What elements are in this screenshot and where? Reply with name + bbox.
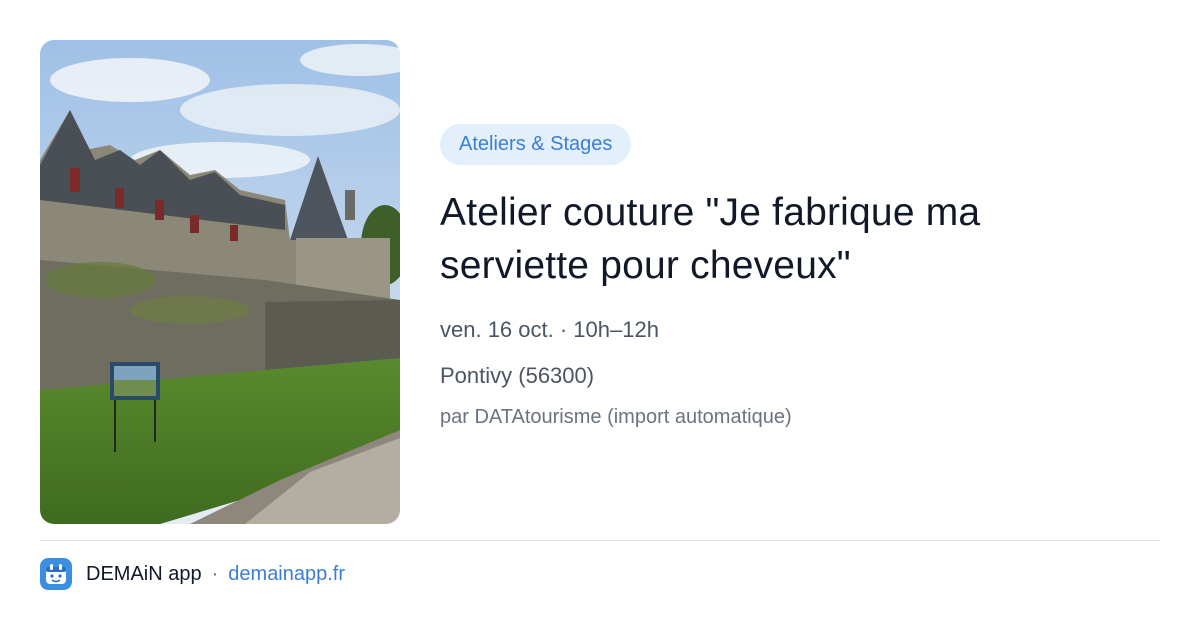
event-photo <box>40 40 400 524</box>
footer-divider <box>40 540 1160 541</box>
site-link[interactable]: demainapp.fr <box>228 563 345 586</box>
event-title: Atelier couture "Je fabrique ma serviett… <box>440 191 981 287</box>
event-datetime: ven. 16 oct. · 10h–12h <box>440 317 659 342</box>
event-location: Pontivy (56300) <box>440 363 595 388</box>
footer-separator: · <box>211 562 219 585</box>
category-badge[interactable]: Ateliers & Stages <box>440 124 632 165</box>
footer: DEMAiN app · demainapp.fr <box>40 558 345 590</box>
castle-photo-image <box>40 40 400 524</box>
demain-logo-icon <box>40 558 72 590</box>
app-name: DEMAiN app <box>86 562 202 585</box>
event-details: Ateliers & Stages Atelier couture "Je fa… <box>440 124 1160 431</box>
event-source: par DATAtourisme (import automatique) <box>440 406 792 428</box>
